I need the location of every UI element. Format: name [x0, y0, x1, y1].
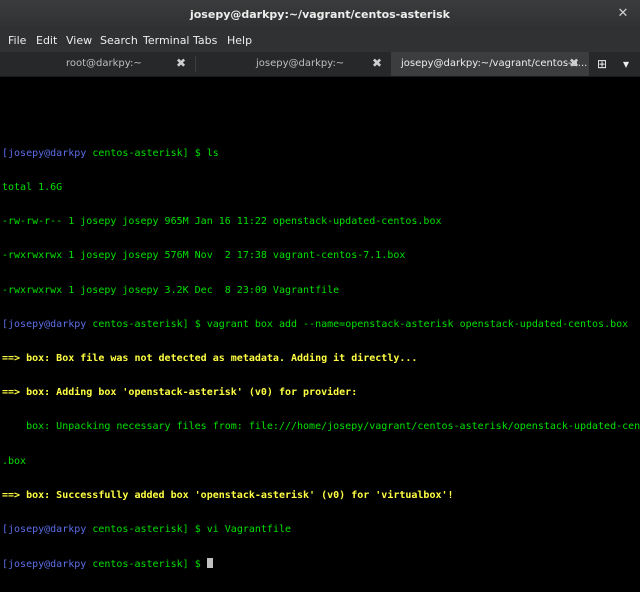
menu-file[interactable]: File — [8, 34, 26, 47]
prompt-line: [josepy@darkpy centos-asterisk] $ vi Vag… — [2, 524, 640, 535]
output-line: .box — [2, 455, 27, 467]
menu-bar: File Edit View Search Terminal Tabs Help — [0, 30, 640, 52]
tab-close-icon[interactable]: ✖ — [372, 56, 382, 70]
prompt-line: [josepy@darkpy centos-asterisk] $ — [2, 558, 640, 571]
output-line-highlight: ==> box: Adding box 'openstack-asterisk'… — [2, 387, 358, 399]
command-text: $ — [194, 559, 207, 571]
prompt-user: [josepy@darkpy — [2, 524, 87, 536]
tab-josepy-home[interactable]: josepy@darkpy:~ ✖ — [196, 52, 390, 76]
tab-close-icon[interactable]: ✖ — [569, 56, 579, 70]
tab-menu-chevron-icon[interactable]: ▾ — [614, 52, 638, 76]
terminal-area[interactable]: [josepy@darkpy centos-asterisk] $ ls tot… — [0, 77, 640, 570]
window-title: josepy@darkpy:~/vagrant/centos-asterisk — [189, 8, 450, 21]
close-icon[interactable]: ✕ — [616, 7, 630, 21]
output-line: -rwxrwxrwx 1 josepy josepy 576M Nov 2 17… — [2, 250, 406, 262]
prompt-user: [josepy@darkpy — [2, 318, 87, 330]
prompt-user: [josepy@darkpy — [2, 559, 87, 571]
terminal-window: josepy@darkpy:~/vagrant/centos-asterisk … — [0, 0, 640, 570]
output-line: box: Unpacking necessary files from: fil… — [2, 421, 640, 433]
output-line-highlight: ==> box: Box file was not detected as me… — [2, 353, 418, 365]
tab-bar: root@darkpy:~ ✖ josepy@darkpy:~ ✖ josepy… — [0, 52, 640, 77]
new-tab-icon[interactable]: ⊞ — [590, 52, 614, 76]
prompt-line: [josepy@darkpy centos-asterisk] $ vagran… — [2, 319, 640, 330]
terminal-output: [josepy@darkpy centos-asterisk] $ ls tot… — [2, 125, 640, 592]
tab-label: josepy@darkpy:~ — [256, 58, 345, 69]
output-line-highlight: ==> box: Successfully added box 'opensta… — [2, 489, 454, 501]
command-text: $ vagrant box add --name=openstack-aster… — [194, 318, 629, 330]
prompt-path: centos-asterisk] — [86, 559, 189, 571]
prompt-path: centos-asterisk] — [86, 318, 189, 330]
prompt-path: centos-asterisk] — [86, 147, 189, 159]
output-line: total 1.6G — [2, 182, 63, 194]
prompt-user: [josepy@darkpy — [2, 147, 87, 159]
menu-help[interactable]: Help — [227, 34, 252, 47]
terminal-cursor — [206, 558, 213, 569]
command-text: $ vi Vagrantfile — [194, 524, 292, 536]
title-bar[interactable]: josepy@darkpy:~/vagrant/centos-asterisk … — [0, 0, 640, 30]
prompt-line: [josepy@darkpy centos-asterisk] $ ls — [2, 148, 640, 159]
tab-label: josepy@darkpy:~/vagrant/centos-a... — [401, 58, 588, 69]
tab-close-icon[interactable]: ✖ — [176, 56, 186, 70]
menu-view[interactable]: View — [66, 34, 92, 47]
tab-root[interactable]: root@darkpy:~ ✖ — [0, 52, 195, 76]
command-text: $ ls — [194, 147, 219, 159]
tab-label: root@darkpy:~ — [66, 58, 142, 69]
menu-terminal[interactable]: Terminal — [143, 34, 190, 47]
menu-search[interactable]: Search — [100, 34, 138, 47]
output-line: -rwxrwxrwx 1 josepy josepy 3.2K Dec 8 23… — [2, 284, 340, 296]
output-line: -rw-rw-r-- 1 josepy josepy 965M Jan 16 1… — [2, 216, 442, 228]
prompt-path: centos-asterisk] — [86, 524, 189, 536]
tab-centos-asterisk[interactable]: josepy@darkpy:~/vagrant/centos-a... ✖ — [391, 52, 589, 76]
menu-tabs[interactable]: Tabs — [193, 34, 217, 47]
menu-edit[interactable]: Edit — [36, 34, 57, 47]
